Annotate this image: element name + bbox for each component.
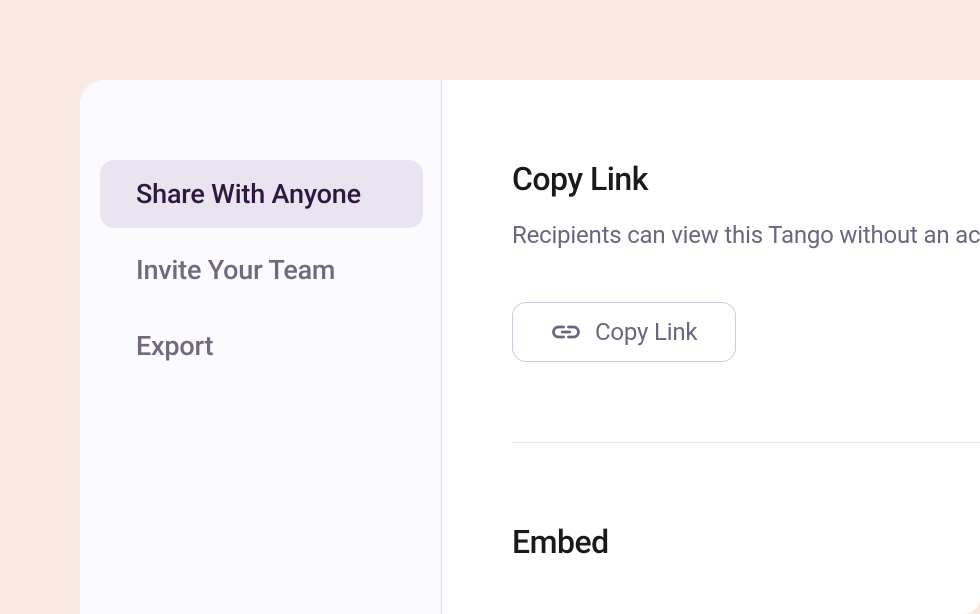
sidebar-item-label: Share With Anyone xyxy=(136,178,361,210)
section-divider xyxy=(512,442,980,443)
share-modal: Share With Anyone Invite Your Team Expor… xyxy=(80,80,980,614)
sidebar-item-label: Export xyxy=(136,330,213,362)
copy-link-button-label: Copy Link xyxy=(595,318,697,346)
sidebar-item-export[interactable]: Export xyxy=(100,312,423,380)
copy-link-button[interactable]: Copy Link xyxy=(512,302,736,362)
sidebar-item-invite-your-team[interactable]: Invite Your Team xyxy=(100,236,423,304)
main-content: Copy Link Recipients can view this Tango… xyxy=(442,80,980,614)
copy-link-description: Recipients can view this Tango without a… xyxy=(512,216,980,254)
sidebar: Share With Anyone Invite Your Team Expor… xyxy=(80,80,442,614)
outer-container: Share With Anyone Invite Your Team Expor… xyxy=(0,0,980,614)
sidebar-item-label: Invite Your Team xyxy=(136,254,335,286)
sidebar-item-share-with-anyone[interactable]: Share With Anyone xyxy=(100,160,423,228)
copy-link-title: Copy Link xyxy=(512,160,980,198)
embed-title: Embed xyxy=(512,523,980,561)
link-icon xyxy=(551,322,581,342)
